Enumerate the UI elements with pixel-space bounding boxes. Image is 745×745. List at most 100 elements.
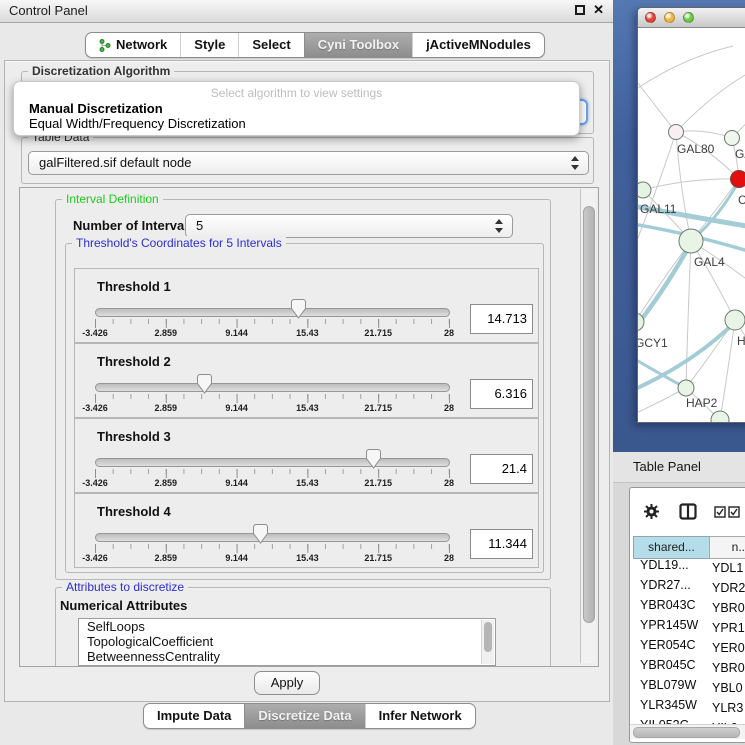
table-data-combobox[interactable]: galFiltered.sif default node <box>28 151 589 175</box>
tab-select[interactable]: Select <box>238 33 303 57</box>
interval-definition-title: Interval Definition <box>62 192 163 206</box>
control-panel-window: Control Panel ✕ Network Style Select Cyn… <box>0 0 614 745</box>
list-scrollbar-thumb[interactable] <box>484 622 492 652</box>
table-row[interactable]: YER054CYER0 <box>630 638 745 658</box>
minimize-traffic-light-icon[interactable] <box>664 12 675 23</box>
network-node[interactable] <box>711 411 729 422</box>
checkbox-icons[interactable] <box>714 506 740 518</box>
table-panel-title: Table Panel <box>633 459 701 474</box>
threshold-3-axis: -3.426 2.859 9.144 15.43 21.715 28 <box>95 478 449 490</box>
threshold-1-value-field[interactable]: 14.713 <box>470 304 533 334</box>
bottom-tab-bar: Impute Data Discretize Data Infer Networ… <box>143 703 476 729</box>
table-hscrollbar-thumb[interactable] <box>633 727 740 738</box>
network-node-selected[interactable] <box>731 171 745 188</box>
node-label: GCY1 <box>638 336 668 350</box>
node-label: HAP2 <box>686 396 718 410</box>
popup-item-equal-width-frequency[interactable]: Equal Width/Frequency Discretization <box>17 116 576 132</box>
table-row[interactable]: YBL079WYBL0 <box>630 678 745 698</box>
list-item[interactable]: BetweennessCentrality <box>79 649 495 664</box>
tab-discretize-data[interactable]: Discretize Data <box>244 704 364 728</box>
number-of-intervals-label: Number of Intervals <box>73 218 195 233</box>
column-header-shared[interactable]: shared... <box>633 536 710 559</box>
threshold-2-panel: Threshold 2 -3.426 2.859 9.144 15.43 <box>74 343 539 418</box>
pane-vertical-scrollbar[interactable] <box>580 189 596 663</box>
split-columns-icon[interactable] <box>679 503 697 520</box>
table-panel-zone: Table Panel shared... n... Y <box>613 452 745 745</box>
column-header-name[interactable]: n... <box>709 536 745 559</box>
threshold-1-slider-track[interactable] <box>95 308 450 317</box>
node-label: GAL4 <box>694 255 725 269</box>
threshold-4-slider-handle[interactable] <box>253 524 268 544</box>
threshold-3-value-field[interactable]: 21.4 <box>470 454 533 484</box>
threshold-2-slider-track[interactable] <box>95 383 450 392</box>
combo-stepper-icon <box>495 219 504 233</box>
list-scrollbar[interactable] <box>481 620 494 664</box>
threshold-3-slider-handle[interactable] <box>366 449 381 469</box>
tab-network[interactable]: Network <box>86 33 180 57</box>
list-item[interactable]: SelfLoops <box>79 619 495 634</box>
discretization-algorithm-title: Discretization Algorithm <box>28 64 174 78</box>
table-row[interactable]: YBR043CYBR0 <box>630 598 745 618</box>
algorithm-dropdown-popup: Select algorithm to view settings Manual… <box>13 81 580 136</box>
threshold-4-ticks <box>95 544 450 553</box>
close-traffic-light-icon[interactable] <box>645 12 656 23</box>
network-node[interactable] <box>679 229 703 253</box>
table-rows: YDL19...YDL1 YDR27...YDR2 YBR043CYBR0 YP… <box>630 558 745 724</box>
threshold-3-label: Threshold 3 <box>97 429 171 444</box>
threshold-1-label: Threshold 1 <box>97 279 171 294</box>
combo-stepper-icon <box>571 156 580 170</box>
threshold-1-ticks <box>95 319 450 328</box>
network-window-titlebar <box>638 8 745 28</box>
threshold-3-ticks <box>95 469 450 478</box>
popup-item-manual-discretization[interactable]: Manual Discretization <box>17 101 576 117</box>
pane-scrollbar-thumb[interactable] <box>583 206 595 623</box>
threshold-2-label: Threshold 2 <box>97 354 171 369</box>
network-node[interactable] <box>725 310 745 330</box>
table-row[interactable]: YBR045CYBR0 <box>630 658 745 678</box>
threshold-4-value-field[interactable]: 11.344 <box>470 529 533 559</box>
node-label: GAL11 <box>640 202 677 216</box>
thresholds-group: Threshold's Coordinates for 5 Intervals … <box>65 243 544 573</box>
table-data-group: Table Data galFiltered.sif default node <box>21 137 594 184</box>
numerical-attributes-list[interactable]: SelfLoops TopologicalCoefficient Between… <box>78 618 496 666</box>
table-window: shared... n... YDL19...YDL1 YDR27...YDR2… <box>629 487 745 743</box>
node-label: C <box>738 193 745 207</box>
network-node[interactable] <box>678 380 694 396</box>
settings-scroll-pane: Interval Definition Number of Intervals … <box>19 187 599 667</box>
thresholds-group-title: Threshold's Coordinates for 5 Intervals <box>72 236 286 250</box>
tab-style[interactable]: Style <box>180 33 238 57</box>
number-of-intervals-combobox[interactable]: 5 <box>185 214 513 238</box>
attributes-group: Attributes to discretize Numerical Attri… <box>55 587 551 667</box>
threshold-1-slider-handle[interactable] <box>291 299 306 319</box>
tab-infer-network[interactable]: Infer Network <box>365 704 475 728</box>
threshold-4-slider-track[interactable] <box>95 533 450 542</box>
interval-definition-group: Interval Definition Number of Intervals … <box>55 199 551 580</box>
threshold-4-axis: -3.426 2.859 9.144 15.43 21.715 28 <box>95 553 449 565</box>
table-row[interactable]: YDL19...YDL1 <box>630 558 745 578</box>
zoom-traffic-light-icon[interactable] <box>683 12 694 23</box>
gear-icon[interactable] <box>643 503 660 520</box>
network-node[interactable] <box>725 131 740 146</box>
network-node[interactable] <box>669 125 684 140</box>
apply-button[interactable]: Apply <box>254 671 320 695</box>
popup-hint: Select algorithm to view settings <box>14 86 579 100</box>
table-row[interactable]: YPR145WYPR1 <box>630 618 745 638</box>
tab-cyni-toolbox[interactable]: Cyni Toolbox <box>304 33 412 57</box>
tab-jactivemnodules[interactable]: jActiveMNodules <box>412 33 544 57</box>
float-window-icon[interactable] <box>575 5 585 15</box>
table-horizontal-scrollbar[interactable] <box>630 724 745 739</box>
threshold-2-value-field[interactable]: 6.316 <box>470 379 533 409</box>
control-panel-titlebar: Control Panel ✕ <box>0 0 613 23</box>
threshold-2-slider-handle[interactable] <box>197 374 212 394</box>
network-node[interactable] <box>638 182 651 198</box>
tab-impute-data[interactable]: Impute Data <box>144 704 244 728</box>
threshold-4-panel: Threshold 4 -3.426 2.859 9.144 15.43 <box>74 493 539 568</box>
network-canvas[interactable]: GAL80 GA GAL11 C GAL4 GCY1 H HAP2 <box>638 28 745 422</box>
list-item[interactable]: TopologicalCoefficient <box>79 634 495 649</box>
attributes-group-title: Attributes to discretize <box>62 580 188 594</box>
network-icon <box>99 39 111 52</box>
table-row[interactable]: YLR345WYLR3 <box>630 698 745 718</box>
table-row[interactable]: YDR27...YDR2 <box>630 578 745 598</box>
close-icon[interactable]: ✕ <box>593 2 604 18</box>
threshold-3-slider-track[interactable] <box>95 458 450 467</box>
